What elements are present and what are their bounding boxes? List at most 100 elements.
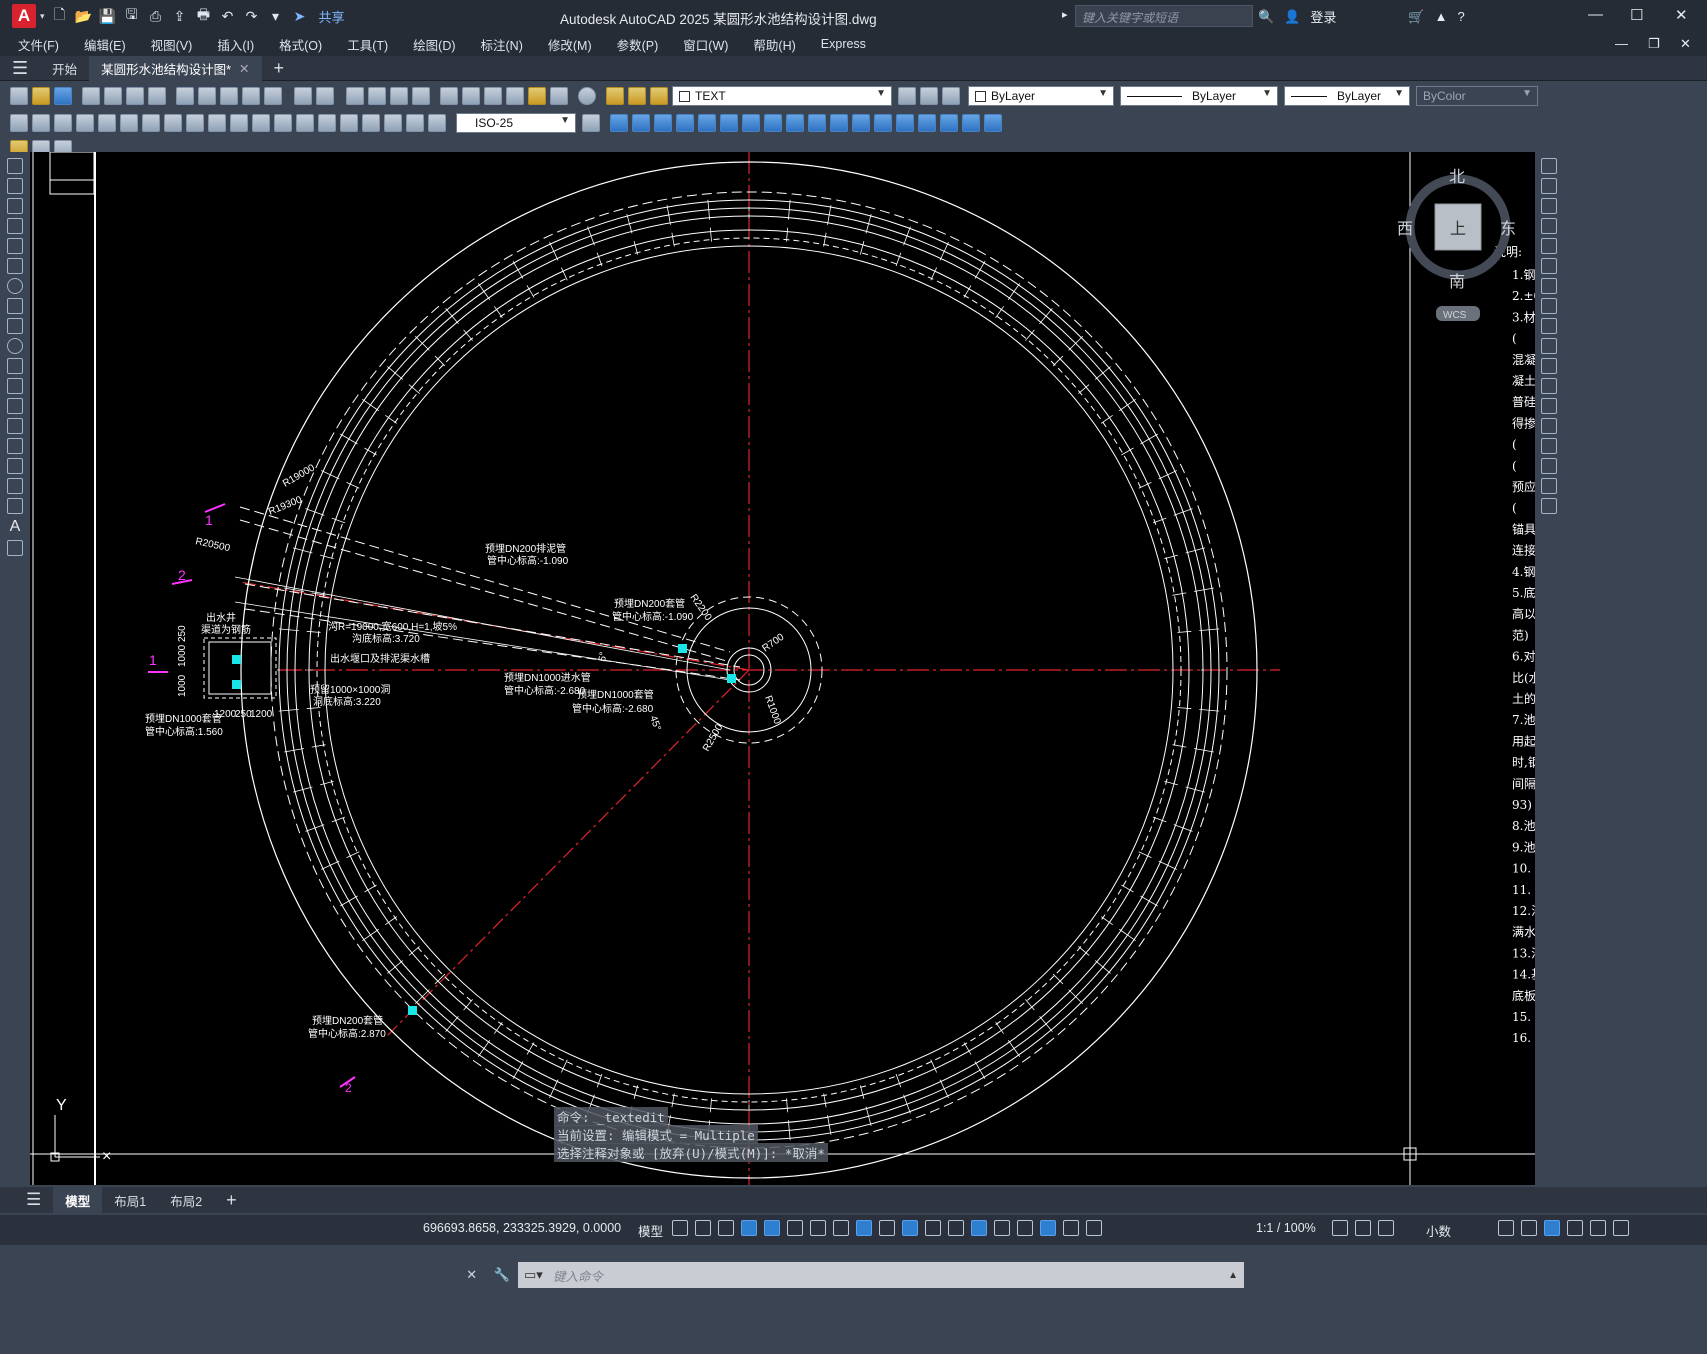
search-expand-icon[interactable]: ▸ — [1062, 8, 1068, 21]
properties-icon[interactable] — [440, 87, 458, 105]
revcloud-tool-icon[interactable] — [7, 298, 23, 314]
doc-close-button[interactable]: ✕ — [1680, 36, 1691, 52]
qnew-icon[interactable] — [10, 87, 28, 105]
doc-minimize-button[interactable]: — — [1615, 36, 1628, 51]
undo-toolbar-icon[interactable] — [294, 87, 312, 105]
help-toolbar-icon[interactable] — [578, 87, 596, 105]
line-tool-icon[interactable] — [7, 158, 23, 174]
dim-radius-icon[interactable] — [98, 114, 116, 132]
xline-tool-icon[interactable] — [7, 178, 23, 194]
polygon-tool-icon[interactable] — [7, 218, 23, 234]
transparency-toggle-icon[interactable] — [902, 1220, 918, 1236]
fillet-tool-icon[interactable] — [1541, 458, 1557, 474]
design-center-icon[interactable] — [462, 87, 480, 105]
share-icon[interactable]: ➤ — [291, 7, 309, 25]
menu-dimension[interactable]: 标注(N) — [481, 35, 523, 54]
menu-format[interactable]: 格式(O) — [279, 35, 322, 54]
viewcube-north-label[interactable]: 北 — [1449, 168, 1465, 186]
extend-icon[interactable] — [830, 114, 848, 132]
model-space-button[interactable]: 模型 — [638, 1221, 663, 1240]
chamfer-tool-icon[interactable] — [1541, 438, 1557, 454]
ellipse-arc-tool-icon[interactable] — [7, 358, 23, 374]
menu-window[interactable]: 窗口(W) — [683, 35, 728, 54]
dim-text-edit-icon[interactable] — [406, 114, 424, 132]
help-icon[interactable]: ? — [1457, 9, 1464, 24]
trim-icon[interactable] — [808, 114, 826, 132]
gradient-tool-icon[interactable] — [7, 458, 23, 474]
fillet-icon[interactable] — [918, 114, 936, 132]
layer-previous-icon[interactable] — [920, 87, 938, 105]
save-as-icon[interactable]: 🖫 — [123, 6, 141, 25]
offset-icon[interactable] — [676, 114, 694, 132]
tab-document[interactable]: 某圆形水池结构设计图* ✕ — [89, 55, 262, 81]
copy-object-icon[interactable] — [632, 114, 650, 132]
trim-tool-icon[interactable] — [1541, 338, 1557, 354]
array-icon[interactable] — [698, 114, 716, 132]
layout-menu-icon[interactable]: ☰ — [14, 1187, 53, 1213]
new-file-icon[interactable]: 🗋 — [51, 6, 69, 25]
open-file-icon[interactable]: 📂 — [75, 7, 93, 25]
region-tool-icon[interactable] — [7, 478, 23, 494]
menu-parametric[interactable]: 参数(P) — [617, 35, 659, 54]
layer-props-icon[interactable] — [606, 87, 624, 105]
app-menu-button[interactable]: A — [12, 4, 36, 28]
draworder-icon[interactable] — [962, 114, 980, 132]
scale-tool-icon[interactable] — [1541, 298, 1557, 314]
spline-tool-icon[interactable] — [7, 318, 23, 334]
minimize-button[interactable]: — — [1588, 6, 1603, 23]
drawing-canvas[interactable]: Y × 1 2 1 2 R19000 R19300 R20500 预埋DN200… — [30, 152, 1535, 1185]
markup-icon[interactable] — [528, 87, 546, 105]
extend-tool-icon[interactable] — [1541, 358, 1557, 374]
command-history-toggle-icon[interactable]: ▲ — [1228, 1270, 1238, 1281]
group-icon[interactable] — [984, 114, 1002, 132]
menu-edit[interactable]: 编辑(E) — [84, 35, 126, 54]
array-tool-icon[interactable] — [1541, 238, 1557, 254]
viewcube-west-label[interactable]: 西 — [1397, 221, 1413, 238]
lineweight-dropdown[interactable]: ByLayer ▼ — [1284, 86, 1410, 106]
table-tool-icon[interactable] — [7, 498, 23, 514]
pan-icon[interactable] — [346, 87, 364, 105]
scale-icon[interactable] — [764, 114, 782, 132]
isolate-objects-icon[interactable] — [1544, 1220, 1560, 1236]
dim-ordinate-icon[interactable] — [76, 114, 94, 132]
units-readout[interactable]: 小数 — [1426, 1221, 1451, 1240]
dim-diameter-icon[interactable] — [142, 114, 160, 132]
quick-dim-icon[interactable] — [186, 114, 204, 132]
dim-aligned-icon[interactable] — [32, 114, 50, 132]
annotation-scale-icon[interactable] — [1086, 1220, 1102, 1236]
mirror-icon[interactable] — [654, 114, 672, 132]
dim-update-icon[interactable] — [428, 114, 446, 132]
object-snap-tracking-icon[interactable] — [833, 1220, 849, 1236]
selection-cycling-icon[interactable] — [925, 1220, 941, 1236]
move-icon[interactable] — [720, 114, 738, 132]
explode-icon[interactable] — [940, 114, 958, 132]
share-button[interactable]: 共享 — [319, 7, 345, 26]
autodesk-icon[interactable]: ▲ — [1435, 9, 1448, 24]
auto-scale-icon[interactable] — [1063, 1220, 1079, 1236]
quickcalc-icon[interactable] — [550, 87, 568, 105]
command-input[interactable]: 键入命令 — [546, 1264, 1225, 1286]
blend-tool-icon[interactable] — [1541, 478, 1557, 494]
maximize-button[interactable]: ☐ — [1630, 6, 1643, 24]
linetype-dropdown[interactable]: ByLayer ▼ — [1120, 86, 1278, 106]
3d-osnap-icon[interactable] — [948, 1220, 964, 1236]
menu-tools[interactable]: 工具(T) — [347, 35, 388, 54]
dim-baseline-icon[interactable] — [208, 114, 226, 132]
offset-tool-icon[interactable] — [1541, 218, 1557, 234]
jogged-linear-icon[interactable] — [362, 114, 380, 132]
rotate-tool-icon[interactable] — [1541, 278, 1557, 294]
export-icon[interactable]: ⇪ — [171, 7, 189, 25]
publish-icon[interactable]: ⎙ — [147, 7, 165, 25]
block-editor-icon[interactable] — [264, 87, 282, 105]
stretch-tool-icon[interactable] — [1541, 318, 1557, 334]
menu-file[interactable]: 文件(F) — [18, 35, 59, 54]
tab-model[interactable]: 模型 — [53, 1187, 103, 1213]
viewcube[interactable]: 上 北 南 东 西 WCS — [1397, 168, 1516, 321]
plotstyle-dropdown[interactable]: ByColor ▼ — [1416, 86, 1538, 106]
dim-jogged-icon[interactable] — [120, 114, 138, 132]
layer-on-icon[interactable] — [628, 87, 646, 105]
add-layout-icon[interactable]: + — [214, 1187, 249, 1213]
copy-icon[interactable] — [198, 87, 216, 105]
hatch-tool-icon[interactable] — [7, 438, 23, 454]
dynamic-ucs-icon[interactable] — [971, 1220, 987, 1236]
